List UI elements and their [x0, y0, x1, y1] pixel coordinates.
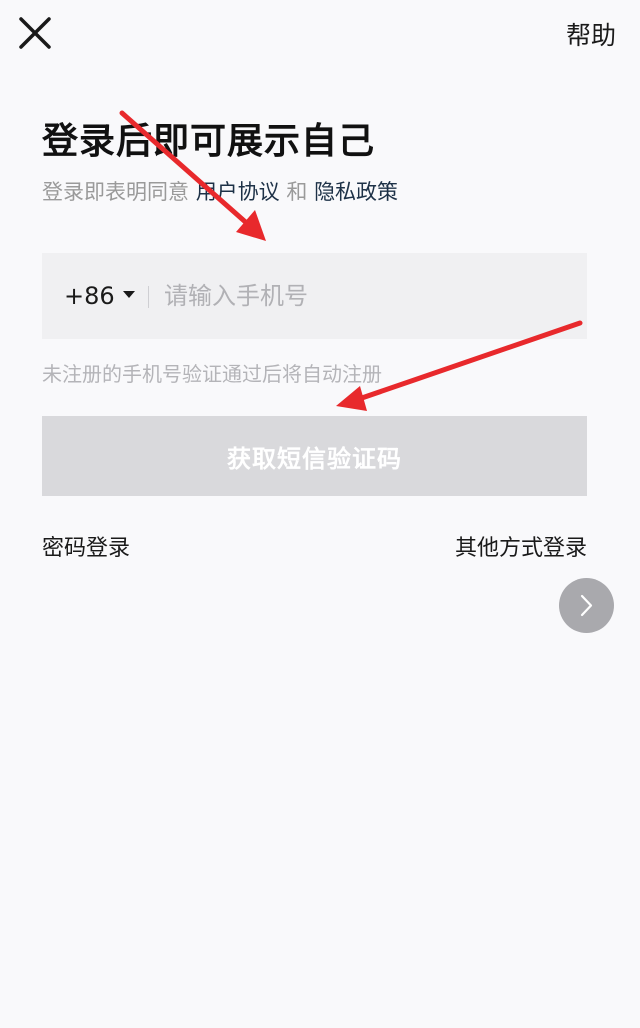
user-agreement-link[interactable]: 用户协议	[196, 180, 280, 204]
close-button[interactable]	[14, 12, 56, 54]
divider	[148, 286, 149, 308]
agreement-conjunction: 和	[286, 180, 308, 204]
agreement-text: 登录即表明同意 用户协议 和 隐私政策	[42, 176, 398, 206]
country-code-selector[interactable]: +86	[64, 253, 135, 339]
privacy-policy-link[interactable]: 隐私政策	[314, 180, 398, 204]
country-code-value: +86	[64, 282, 115, 310]
close-icon	[19, 17, 51, 49]
phone-input-row: +86	[42, 253, 587, 339]
chevron-right-icon	[580, 594, 593, 617]
next-button[interactable]	[559, 578, 614, 633]
password-login-link[interactable]: 密码登录	[42, 530, 130, 562]
agreement-prefix: 登录即表明同意	[42, 180, 189, 204]
auto-register-hint: 未注册的手机号验证通过后将自动注册	[42, 362, 382, 386]
login-page: 帮助 登录后即可展示自己 登录即表明同意 用户协议 和 隐私政策 +86 未注册…	[0, 0, 640, 1028]
caret-down-icon	[122, 290, 135, 298]
help-link[interactable]: 帮助	[566, 16, 616, 52]
get-sms-code-button[interactable]: 获取短信验证码	[42, 416, 587, 496]
phone-input[interactable]	[164, 253, 564, 339]
page-title: 登录后即可展示自己	[42, 121, 376, 162]
other-login-methods-link[interactable]: 其他方式登录	[455, 530, 587, 562]
